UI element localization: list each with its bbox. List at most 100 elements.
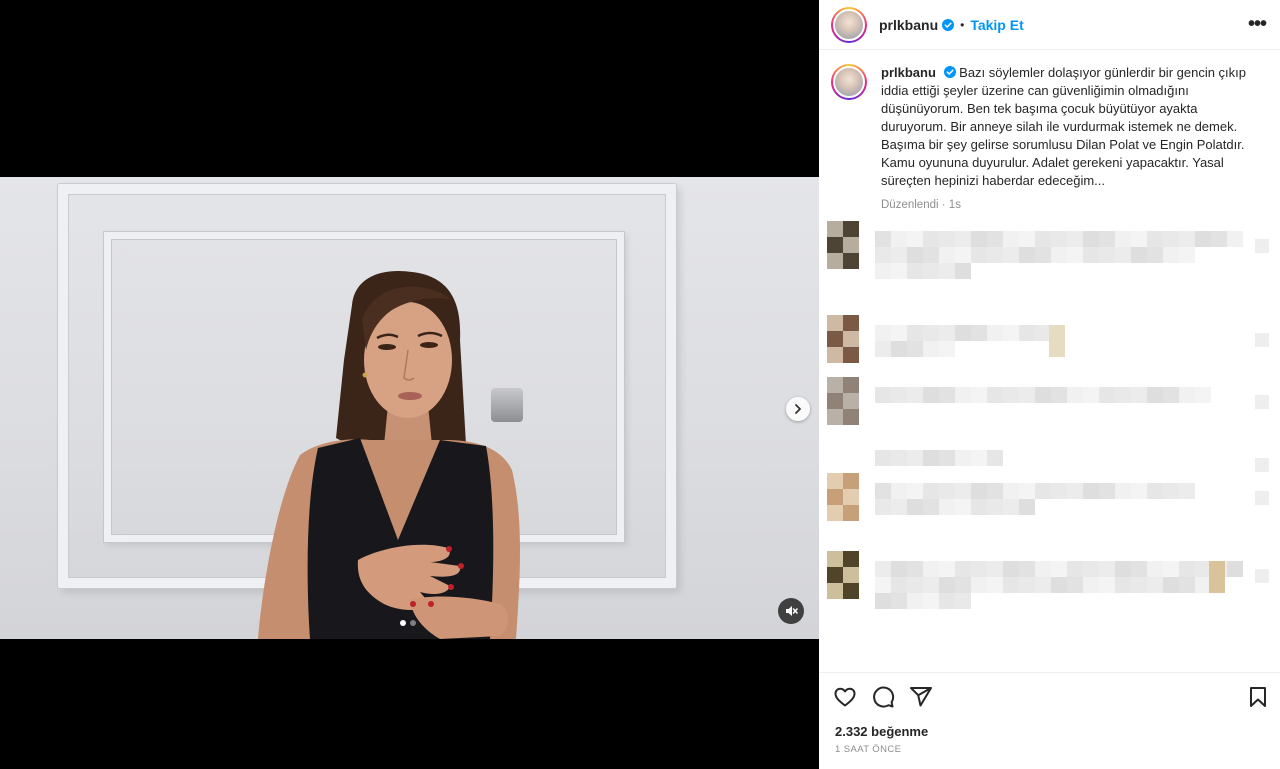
censored-text-pixel [1051,483,1067,499]
censored-text-pixel [987,325,1003,341]
censored-text-pixel [1019,577,1035,593]
censored-text-pixel [891,231,907,247]
censored-avatar-pixel [827,315,843,331]
censored-text-pixel [1003,483,1019,499]
heart-icon[interactable] [833,685,857,709]
censored-text-pixel [1147,561,1163,577]
censored-text-pixel [1035,231,1051,247]
mute-toggle-button[interactable] [778,598,804,624]
censored-text-pixel [1003,561,1019,577]
comment-icon[interactable] [871,685,895,709]
censored-text-pixel [891,247,907,263]
edited-label: Düzenlendi [881,199,939,211]
censored-text-pixel [1019,483,1035,499]
censored-text-pixel [875,231,891,247]
censored-text-pixel [1083,231,1099,247]
censored-text-pixel [875,325,891,341]
censored-avatar-pixel [843,409,859,425]
censored-text-pixel [1099,231,1115,247]
censored-avatar-pixel [827,377,843,393]
censored-avatar-pixel [843,331,859,347]
censored-text-pixel [875,483,891,499]
censored-text-pixel [1227,231,1243,247]
censored-text-pixel [971,325,987,341]
censored-text-pixel [1099,561,1115,577]
follow-button[interactable]: Takip Et [970,17,1023,33]
censored-avatar-pixel [843,473,859,489]
more-options-icon[interactable]: ••• [1248,14,1267,34]
censored-text-pixel [1163,561,1179,577]
censored-text-pixel [923,561,939,577]
chevron-right-icon [795,404,801,414]
censored-text-pixel [907,231,923,247]
censored-text-pixel [939,341,955,357]
censored-text-pixel [971,577,987,593]
censored-text-pixel [987,231,1003,247]
censored-text-pixel [1051,247,1067,263]
censored-text-pixel [955,499,971,515]
censored-text-pixel [1099,483,1115,499]
censored-text-pixel [1003,499,1019,515]
username-link[interactable]: prlkbanu [879,17,938,33]
censored-text-pixel [1147,231,1163,247]
censored-avatar-pixel [843,237,859,253]
censored-text-pixel [891,483,907,499]
censored-avatar-pixel [827,221,843,237]
censored-text-pixel [939,483,955,499]
censored-text-pixel [1179,577,1195,593]
censored-avatar-pixel [843,551,859,567]
censored-text-pixel [1115,561,1131,577]
censored-text-pixel [923,263,939,279]
censored-avatar-pixel [843,393,859,409]
censored-avatar-pixel [827,237,843,253]
censored-text-pixel [1003,231,1019,247]
caption-avatar[interactable] [831,64,867,100]
censored-text-pixel [1083,387,1099,403]
verified-badge-icon [942,18,955,31]
censored-text-pixel [923,231,939,247]
censored-text-pixel [939,593,955,609]
censored-text-pixel [923,450,939,466]
censored-text-pixel [939,263,955,279]
censored-text-pixel [1051,561,1067,577]
censored-text-pixel [891,577,907,593]
post-side-panel: prlkbanu • Takip Et ••• prlkbanu Bazı sö… [819,0,1280,769]
censored-text-pixel [875,341,891,357]
share-icon[interactable] [909,685,933,709]
censored-text-pixel [891,325,907,341]
censored-avatar-pixel [827,583,843,599]
censored-text-pixel [1099,247,1115,263]
post-header: prlkbanu • Takip Et ••• [819,0,1280,50]
censored-text-pixel [923,387,939,403]
likes-count[interactable]: 2.332 beğenme [835,724,928,739]
censored-text-pixel [987,561,1003,577]
censored-text-pixel [1163,247,1179,263]
censored-text-pixel [1131,231,1147,247]
censored-text-pixel [875,247,891,263]
censored-text-pixel [1131,561,1147,577]
caption-username[interactable]: prlkbanu [881,65,936,80]
censored-text-pixel [1035,561,1051,577]
next-slide-button[interactable] [786,397,810,421]
censored-text-pixel [1019,499,1035,515]
censored-text-pixel [923,593,939,609]
censored-text-pixel [987,387,1003,403]
censored-text-pixel [1179,561,1195,577]
avatar[interactable] [831,6,867,43]
censored-text-pixel [923,499,939,515]
censored-avatar-pixel [843,377,859,393]
bookmark-icon[interactable] [1246,685,1270,709]
censored-text-pixel [875,263,891,279]
censored-text-pixel [1163,387,1179,403]
censored-like-pixel [1255,239,1269,253]
censored-text-pixel [907,263,923,279]
censored-text-pixel [1115,247,1131,263]
censored-text-pixel [955,483,971,499]
censored-text-pixel [891,593,907,609]
censored-text-pixel [907,341,923,357]
video-subject [258,270,520,639]
censored-text-pixel [891,341,907,357]
censored-text-pixel [1147,247,1163,263]
meta-separator: · [941,199,946,211]
censored-text-pixel [1099,577,1115,593]
